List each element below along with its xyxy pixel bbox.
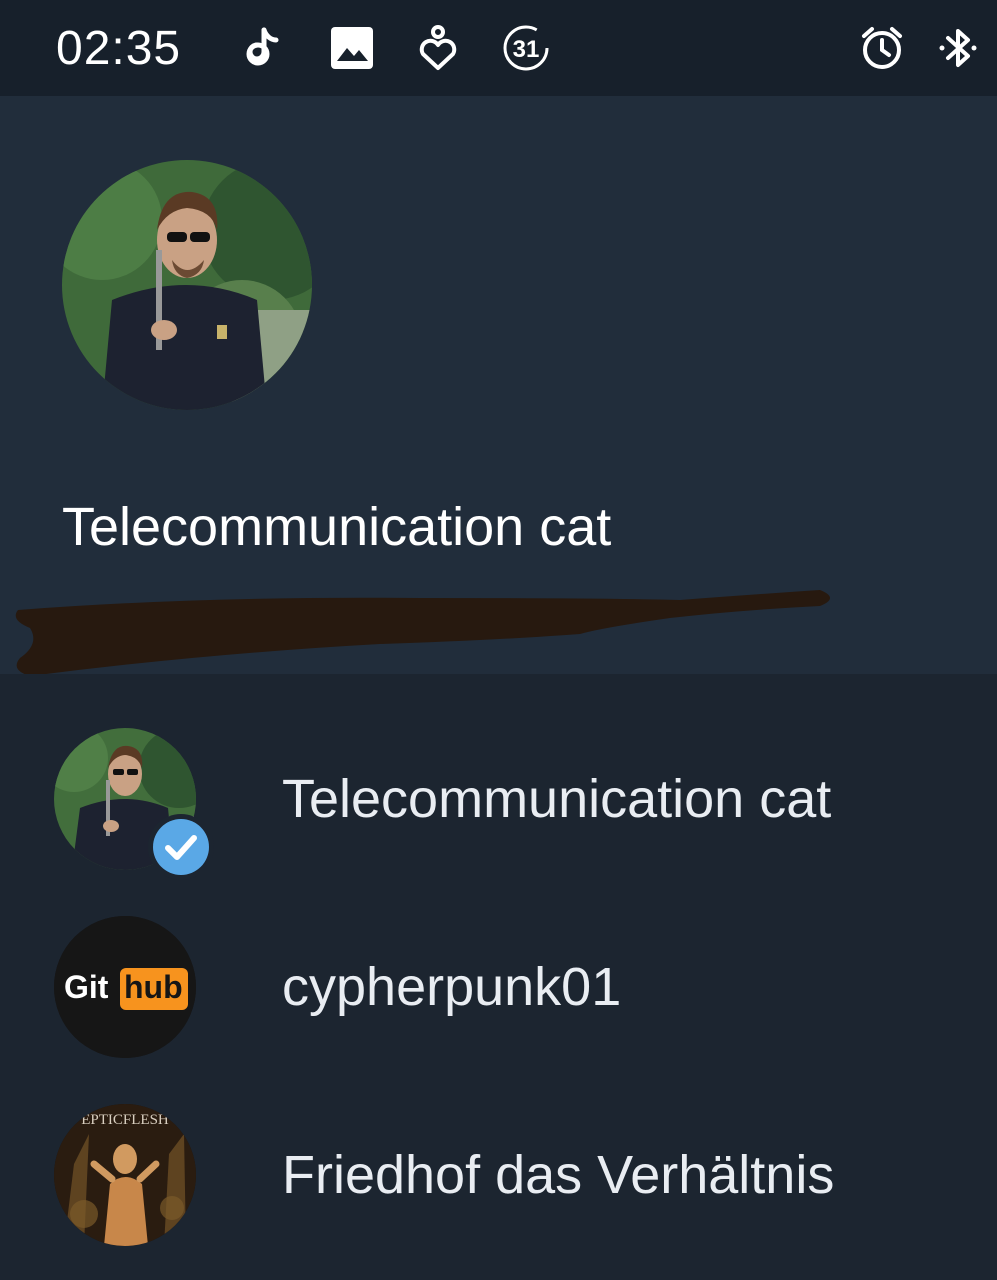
album-art-text: EPTICFLESH [81, 1112, 169, 1128]
gallery-icon [328, 24, 376, 72]
profile-avatar[interactable] [62, 160, 312, 410]
tiktok-icon [240, 24, 288, 72]
status-time: 02:35 [56, 22, 182, 75]
github-logo-text-left: Git [64, 969, 109, 1005]
album-art-avatar: EPTICFLESH [54, 1104, 196, 1246]
account-item-label: cypherpunk01 [282, 957, 622, 1017]
account-item-telecommunication-cat[interactable]: Telecommunication cat [0, 674, 997, 880]
account-item-label: Telecommunication cat [282, 769, 832, 829]
github-logo-text-right: hub [124, 969, 183, 1005]
account-item-cypherpunk01[interactable]: Git hub cypherpunk01 [0, 862, 997, 1058]
status-bar: 02:35 31 [0, 0, 997, 96]
health-heart-icon [414, 24, 462, 72]
alarm-icon [858, 24, 906, 72]
github-logo-avatar: Git hub [54, 916, 196, 1058]
account-name: Telecommunication cat [62, 497, 612, 557]
account-item-friedhof-das-verhaltnis[interactable]: EPTICFLESH Friedhof das Verhältnis [0, 1050, 997, 1246]
bluetooth-icon [934, 24, 982, 72]
notification-count: 31 [513, 36, 540, 63]
drawer-header: Telecommunication cat [0, 96, 997, 676]
calendar-count-icon: 31 [498, 24, 554, 72]
account-item-label: Friedhof das Verhältnis [282, 1145, 835, 1205]
account-list: Telecommunication cat Git hub cypherpunk… [0, 674, 997, 1280]
